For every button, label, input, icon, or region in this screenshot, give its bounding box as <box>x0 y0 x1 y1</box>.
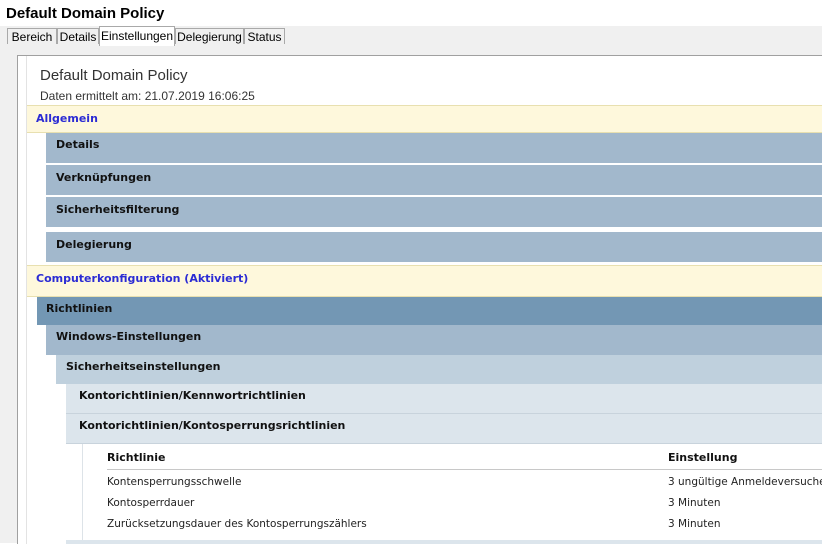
section-sicherheitseinstellungen-label: Sicherheitseinstellungen <box>66 360 221 373</box>
table-cell-setting: 3 ungültige Anmeldeversuche <box>668 476 822 488</box>
tab-status[interactable]: Status <box>244 28 285 44</box>
table-cell-policy: Kontensperrungsschwelle <box>107 476 242 488</box>
window-title-bar: Default Domain Policy <box>0 0 822 26</box>
section-delegierung-label: Delegierung <box>56 238 132 251</box>
section-sicherheitsfilterung[interactable]: Sicherheitsfilterung <box>46 197 822 227</box>
section-kontosperrungsrichtlinien[interactable]: Kontorichtlinien/Kontosperrungsrichtlini… <box>66 414 822 444</box>
section-details-label: Details <box>56 138 100 151</box>
column-header-einstellung: Einstellung <box>668 451 738 464</box>
section-kennwortrichtlinien-label: Kontorichtlinien/Kennwortrichtlinien <box>79 389 306 402</box>
section-richtlinien-label: Richtlinien <box>46 302 113 315</box>
section-details[interactable]: Details <box>46 133 822 163</box>
section-windows-einstellungen[interactable]: Windows-Einstellungen <box>46 325 822 355</box>
section-sicherheitsfilterung-label: Sicherheitsfilterung <box>56 203 180 216</box>
tab-details[interactable]: Details <box>57 28 99 44</box>
section-verknuepfungen[interactable]: Verknüpfungen <box>46 165 822 195</box>
tab-bereich[interactable]: Bereich <box>7 28 57 44</box>
table-cell-setting: 3 Minuten <box>668 518 721 530</box>
section-verknuepfungen-label: Verknüpfungen <box>56 171 152 184</box>
section-kontosperrungsrichtlinien-label: Kontorichtlinien/Kontosperrungsrichtlini… <box>79 419 346 432</box>
table-cell-policy: Kontosperrdauer <box>107 497 195 509</box>
window-title: Default Domain Policy <box>6 5 165 22</box>
tab-einstellungen[interactable]: Einstellungen <box>99 26 175 46</box>
report-title: Default Domain Policy <box>40 67 188 84</box>
report-date: Daten ermittelt am: 21.07.2019 16:06:25 <box>40 89 255 103</box>
section-allgemein[interactable]: Allgemein <box>27 105 822 133</box>
section-kennwortrichtlinien[interactable]: Kontorichtlinien/Kennwortrichtlinien <box>66 384 822 414</box>
tab-strip: Bereich Details Einstellungen Delegierun… <box>0 26 822 46</box>
table-cell-setting: 3 Minuten <box>668 497 721 509</box>
tab-delegierung[interactable]: Delegierung <box>175 28 244 44</box>
column-header-richtlinie: Richtlinie <box>107 451 166 464</box>
section-computerkonfiguration[interactable]: Computerkonfiguration (Aktiviert) <box>27 265 822 297</box>
section-delegierung[interactable]: Delegierung <box>46 232 822 262</box>
table-cell-policy: Zurücksetzungsdauer des Kontosperrungszä… <box>107 518 367 530</box>
section-richtlinien[interactable]: Richtlinien <box>37 297 822 325</box>
next-section-edge <box>66 540 822 544</box>
section-sicherheitseinstellungen[interactable]: Sicherheitseinstellungen <box>56 355 822 384</box>
policy-table: Richtlinie Einstellung Kontensperrungssc… <box>82 444 822 544</box>
header-divider <box>107 469 822 470</box>
settings-report[interactable]: Default Domain Policy Daten ermittelt am… <box>17 55 822 544</box>
section-windows-einstellungen-label: Windows-Einstellungen <box>56 330 202 343</box>
section-computerkonfiguration-label: Computerkonfiguration (Aktiviert) <box>36 272 249 285</box>
section-allgemein-label: Allgemein <box>36 112 98 125</box>
